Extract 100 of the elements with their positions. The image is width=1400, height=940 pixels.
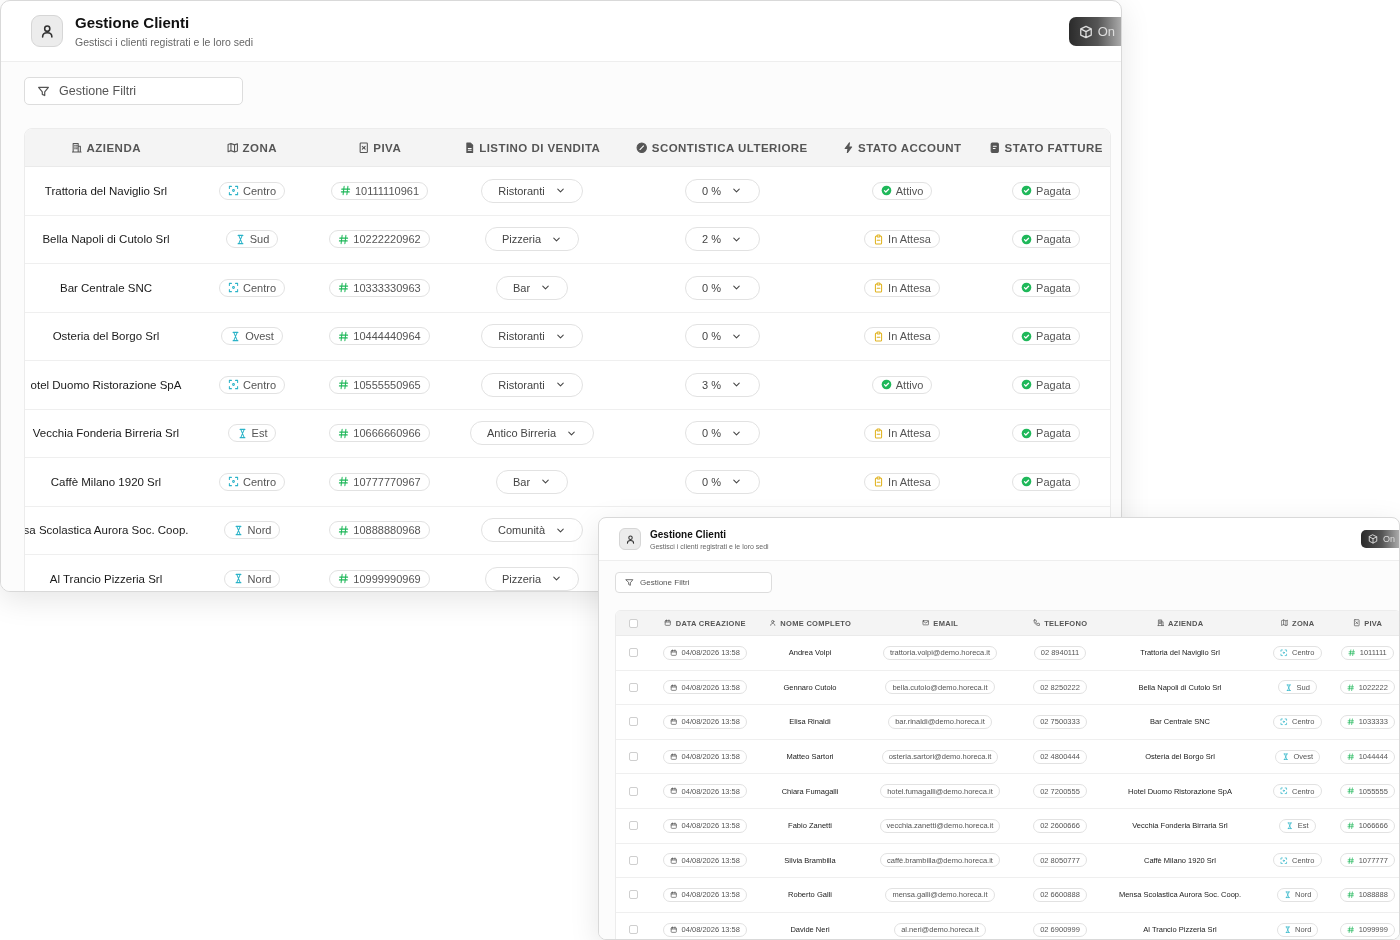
- check-circle-icon: [1021, 185, 1033, 197]
- vat-tag: 10111110961: [331, 181, 428, 200]
- clipboard-icon: [873, 476, 885, 488]
- hash-icon: [338, 330, 350, 342]
- calendar-icon: [670, 891, 678, 899]
- filter-button[interactable]: Gestione Filtri: [24, 77, 243, 105]
- hourglass-icon: [1283, 925, 1292, 934]
- focus-icon: [228, 379, 239, 391]
- focus-icon: [1280, 718, 1288, 726]
- hash-icon: [338, 427, 350, 439]
- price-list-dropdown[interactable]: Antico Birreria: [469, 421, 595, 446]
- discount-dropdown[interactable]: 0 %: [684, 324, 760, 349]
- zone-tag: Centro: [219, 472, 285, 491]
- hash-icon: [338, 233, 350, 245]
- column-header[interactable]: LISTINO DI VENDITA: [463, 141, 601, 154]
- person-icon: [768, 619, 777, 627]
- hash-icon: [1347, 718, 1355, 726]
- status-badge: In Attesa: [864, 424, 940, 443]
- price-list-dropdown[interactable]: Bar: [495, 469, 569, 494]
- checkbox[interactable]: [628, 821, 638, 831]
- discount-dropdown[interactable]: 0 %: [684, 469, 760, 494]
- discount-dropdown[interactable]: 0 %: [684, 275, 760, 300]
- checkbox[interactable]: [628, 890, 638, 900]
- checkbox[interactable]: [628, 855, 638, 865]
- filter-icon: [625, 578, 634, 587]
- checkbox[interactable]: [628, 618, 638, 628]
- discount-dropdown[interactable]: 3 %: [684, 372, 760, 397]
- checkbox[interactable]: [628, 786, 638, 796]
- column-header[interactable]: PIVA: [357, 141, 402, 154]
- table-cell: Al Trancio Pizzeria Srl: [49, 572, 163, 585]
- status-badge: Pagata: [1012, 472, 1080, 491]
- focus-icon: [228, 282, 239, 294]
- zone-tag: Est: [227, 424, 277, 443]
- document-icon: [357, 141, 370, 154]
- focus-icon: [1280, 787, 1288, 795]
- hourglass-icon: [1281, 752, 1290, 761]
- check-circle-icon: [1021, 427, 1033, 439]
- check-circle-icon: [880, 379, 892, 391]
- price-list-dropdown[interactable]: Ristoranti: [481, 178, 583, 203]
- column-header[interactable]: STATO FATTURE: [989, 141, 1103, 154]
- phone-icon: [1032, 619, 1041, 627]
- action-button[interactable]: On: [1361, 530, 1399, 548]
- filter-icon: [37, 84, 50, 98]
- status-badge: In Attesa: [864, 230, 940, 249]
- status-badge: Attivo: [871, 375, 933, 394]
- price-list-dropdown[interactable]: Bar: [495, 275, 569, 300]
- calendar-icon: [670, 683, 678, 692]
- mail-icon: [921, 619, 930, 627]
- clipboard-icon: [873, 330, 885, 342]
- status-badge: Attivo: [871, 181, 933, 200]
- calendar-icon: [664, 619, 672, 627]
- column-header[interactable]: AZIENDA: [71, 141, 141, 154]
- hourglass-icon: [230, 330, 242, 342]
- user-icon: [624, 533, 636, 545]
- column-header[interactable]: ZONA: [227, 141, 277, 154]
- focus-icon: [1280, 856, 1288, 865]
- status-badge: Pagata: [1012, 230, 1080, 249]
- vat-tag: 10333330963: [329, 278, 430, 297]
- checkbox[interactable]: [628, 717, 638, 727]
- price-list-dropdown[interactable]: Comunità: [480, 518, 584, 543]
- discount-dropdown[interactable]: 0 %: [684, 178, 760, 203]
- hash-icon: [338, 379, 350, 391]
- vat-tag: 10666660966: [329, 424, 430, 443]
- price-list-dropdown[interactable]: Ristoranti: [481, 324, 583, 349]
- zone-tag: Sud: [225, 230, 279, 249]
- window-title: Gestione Clienti: [75, 14, 191, 31]
- table-cell: Bella Napoli di Cutolo Srl: [42, 233, 170, 246]
- hash-icon: [1347, 752, 1355, 761]
- zone-tag: Centro: [219, 181, 285, 200]
- vat-tag: 10222220962: [329, 230, 430, 249]
- column-header[interactable]: STATO ACCOUNT: [842, 141, 962, 154]
- discount-icon: [636, 141, 648, 154]
- checkbox[interactable]: [628, 752, 638, 762]
- table-cell: Trattoria del Naviglio Srl: [44, 184, 168, 197]
- calendar-icon: [670, 856, 678, 865]
- price-list-dropdown[interactable]: Pizzeria: [484, 227, 580, 252]
- zone-tag: Centro: [219, 375, 285, 394]
- cube-icon: [1368, 534, 1378, 544]
- hourglass-icon: [234, 233, 246, 245]
- vat-tag: 10555550965: [329, 375, 430, 394]
- cube-icon: [1078, 24, 1093, 39]
- clipboard-icon: [873, 233, 885, 245]
- price-list-dropdown[interactable]: Ristoranti: [481, 372, 583, 397]
- hash-icon: [1348, 649, 1356, 657]
- status-badge: Pagata: [1012, 375, 1080, 394]
- price-list-dropdown[interactable]: Pizzeria: [484, 566, 580, 591]
- clipboard-icon: [873, 427, 885, 439]
- checkbox[interactable]: [628, 682, 638, 692]
- vat-tag: 10888880968: [329, 521, 430, 540]
- filter-button[interactable]: Gestione Filtri: [615, 572, 772, 593]
- column-header[interactable]: SCONTISTICA ULTERIORE: [636, 141, 808, 154]
- hash-icon: [1347, 856, 1355, 865]
- focus-icon: [228, 476, 239, 488]
- discount-dropdown[interactable]: 0 %: [684, 421, 760, 446]
- checkbox[interactable]: [628, 925, 638, 935]
- status-badge: In Attesa: [864, 327, 940, 346]
- checkbox[interactable]: [628, 648, 638, 658]
- table-cell: otel Duomo Ristorazione SpA: [30, 378, 182, 391]
- table-cell: Caffè Milano 1920 Srl: [50, 475, 162, 488]
- discount-dropdown[interactable]: 2 %: [684, 227, 760, 252]
